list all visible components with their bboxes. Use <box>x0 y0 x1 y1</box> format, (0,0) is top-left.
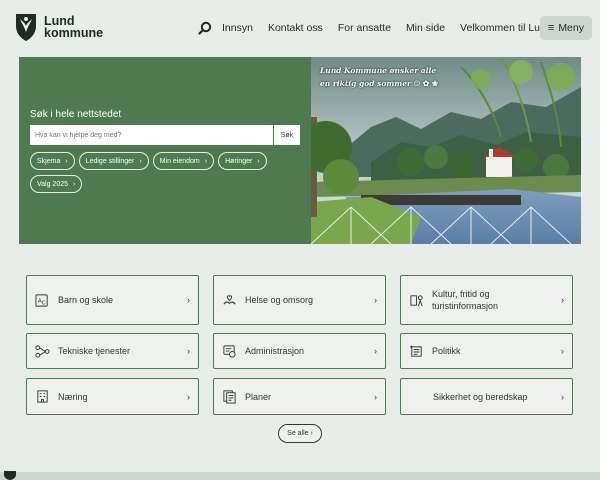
service-label: Planer <box>245 391 272 402</box>
logo[interactable]: Lund kommune <box>14 12 103 42</box>
banner-line2: en riktig god sommer ☺ ✿ ❀ <box>320 77 438 90</box>
top-nav: Innsyn Kontakt oss For ansatte Min side … <box>198 16 567 40</box>
chevron-right-icon: › <box>374 391 377 402</box>
search-panel: Søk i hele nettstedet Søk Skjema › Ledige… <box>19 57 311 244</box>
service-label: Næring <box>58 391 88 402</box>
service-card-barn-og-skole[interactable]: AC Barn og skole › <box>26 275 199 325</box>
search-title: Søk i hele nettstedet <box>30 109 122 120</box>
chevron-right-icon: › <box>139 157 142 165</box>
quick-link-min-eiendom[interactable]: Min eiendom › <box>152 152 215 170</box>
culture-icon <box>410 294 423 306</box>
menu-label: Meny <box>558 22 584 34</box>
chevron-right-icon: › <box>374 346 377 356</box>
service-card-tekniske-tjenester[interactable]: Tekniske tjenester › <box>26 333 199 369</box>
nav-item-kontakt[interactable]: Kontakt oss <box>268 22 323 34</box>
service-card-naering[interactable]: Næring › <box>26 378 199 415</box>
service-label: Sikkerhet og beredskap <box>433 391 528 402</box>
service-card-helse-og-omsorg[interactable]: Helse og omsorg › <box>213 275 386 325</box>
hero: Søk i hele nettstedet Søk Skjema › Ledige… <box>19 57 581 244</box>
quick-link-label: Skjema <box>37 157 61 165</box>
nav-item-min-side[interactable]: Min side <box>406 22 445 34</box>
service-card-administrasjon[interactable]: Administrasjon › <box>213 333 386 369</box>
service-card-politikk[interactable]: Politikk › <box>400 333 573 369</box>
network-icon <box>35 344 50 358</box>
nav-item-innsyn[interactable]: Innsyn <box>222 22 253 34</box>
quick-link-horinger[interactable]: Høringer › <box>218 152 267 170</box>
site-header: Lund kommune Innsyn Kontakt oss For ansa… <box>0 0 600 56</box>
emoji-icons: ☺ ✿ ❀ <box>413 79 439 88</box>
service-card-kultur-fritid[interactable]: Kultur, fritid og turistinformasjon › <box>400 275 573 325</box>
service-card-planer[interactable]: Planer › <box>213 378 386 415</box>
service-label: Tekniske tjenester <box>58 346 131 356</box>
logo-text: Lund kommune <box>44 15 104 40</box>
banner-line1: Lund Kommune ønsker alle <box>320 66 437 75</box>
chevron-right-icon: › <box>187 295 190 305</box>
chevron-right-icon: › <box>187 391 190 402</box>
abc-icon: AC <box>35 293 48 307</box>
coat-of-arms-icon <box>16 14 36 41</box>
quick-link-valg-2025[interactable]: Valg 2025 › <box>30 175 83 193</box>
plans-icon <box>223 390 236 404</box>
search-icon[interactable] <box>198 21 212 35</box>
search-input[interactable] <box>30 125 273 145</box>
svg-text:C: C <box>42 300 46 306</box>
quick-link-label: Høringer <box>225 157 253 165</box>
hamburger-icon: ≡ <box>547 22 555 34</box>
quick-link-label: Min eiendom <box>159 157 200 165</box>
search-row: Søk <box>30 125 300 145</box>
chevron-right-icon: › <box>73 180 76 188</box>
footer-coat-of-arms-icon <box>4 471 16 480</box>
banner-line2-text: en riktig god sommer <box>320 79 411 88</box>
politics-icon <box>409 344 422 357</box>
see-all-button[interactable]: Se alle › <box>278 424 322 443</box>
chevron-right-icon: › <box>561 295 564 305</box>
search-button[interactable]: Søk <box>273 125 300 145</box>
quick-links: Skjema › Ledige stillinger › Min eiendom › … <box>30 152 308 198</box>
footer-strip <box>0 472 600 480</box>
service-label: Administrasjon <box>245 346 305 356</box>
chevron-right-icon: › <box>65 157 68 165</box>
chevron-right-icon: › <box>187 346 190 356</box>
chevron-right-icon: › <box>561 346 564 356</box>
building-icon <box>37 390 48 403</box>
service-label: Helse og omsorg <box>245 295 314 305</box>
chevron-right-icon: › <box>204 157 208 165</box>
quick-link-label: Ledige stillinger <box>85 157 135 165</box>
service-label: Politikk <box>432 346 461 356</box>
service-card-sikkerhet[interactable]: Sikkerhet og beredskap › <box>400 378 573 415</box>
brand-line2: kommune <box>44 26 104 40</box>
service-label: Barn og skole <box>58 295 114 305</box>
nav-item-velkommen[interactable]: Velkommen til Lund <box>460 22 552 34</box>
quick-link-label: Valg 2025 <box>37 180 69 188</box>
service-label: Kultur, fritid og turistinformasjon <box>432 289 499 311</box>
summer-banner-image: Lund Kommune ønsker alle en riktig god s… <box>311 57 581 244</box>
quick-link-skjema[interactable]: Skjema › <box>30 152 75 170</box>
chevron-right-icon: › <box>561 391 564 402</box>
quick-link-ledige-stillinger[interactable]: Ledige stillinger › <box>78 152 149 170</box>
nav-item-ansatte[interactable]: For ansatte <box>338 22 391 34</box>
care-hands-icon <box>223 294 236 305</box>
banner-text: Lund Kommune ønsker alle en riktig god s… <box>320 64 438 90</box>
chevron-right-icon: › <box>257 157 260 165</box>
admin-icon <box>223 344 236 358</box>
chevron-right-icon: › <box>374 295 377 305</box>
menu-button[interactable]: ≡ Meny <box>539 16 592 40</box>
